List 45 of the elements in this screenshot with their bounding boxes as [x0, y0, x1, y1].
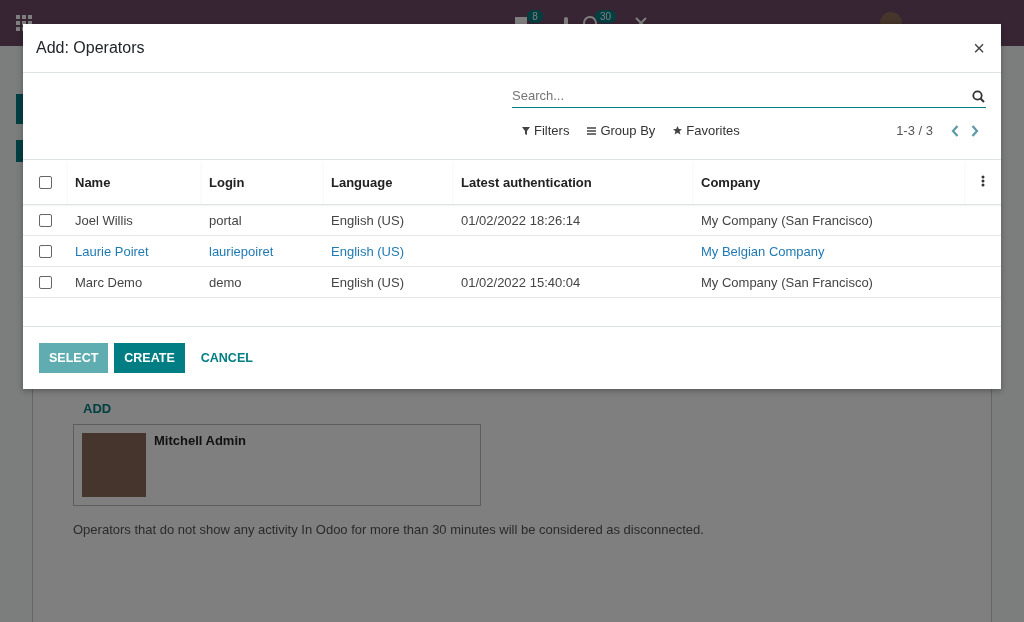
filter-menu-button[interactable]: Favorites	[663, 121, 748, 140]
row-checkbox[interactable]	[39, 213, 52, 227]
row-checkbox[interactable]	[39, 275, 52, 289]
filter-menu-button[interactable]: Group By	[577, 121, 664, 140]
table-cell: My Company (San Francisco)	[701, 212, 873, 228]
column-header[interactable]: Language	[331, 174, 393, 190]
table-cell: portal	[209, 212, 242, 228]
table-cell: Joel Willis	[75, 212, 133, 228]
row-checkbox[interactable]	[39, 244, 52, 258]
dialog-title: Add: Operators	[36, 39, 146, 57]
operator-name: Mitchell Admin	[154, 433, 246, 450]
table-cell: lauriepoiret	[209, 243, 274, 259]
search-field[interactable]: Search...	[512, 84, 986, 108]
search-icon[interactable]	[972, 89, 985, 103]
filter-menu-button[interactable]: Filters	[512, 121, 578, 140]
chevron-left-icon	[951, 124, 959, 137]
table-cell: English (US)	[331, 212, 404, 228]
table-cell: Marc Demo	[75, 274, 143, 290]
select-all-checkbox[interactable]	[39, 175, 52, 189]
activity-count-badge: 30	[594, 9, 616, 23]
dialog-button[interactable]: CREATE	[114, 343, 185, 373]
column-header[interactable]: Login	[209, 174, 245, 190]
help-text: Operators that do not show any activity In Odoo for more than 30 minutes will be considered as disconnected.	[73, 522, 705, 537]
table-cell: 01/02/2022 15:40:04	[461, 274, 581, 290]
column-header[interactable]: Company	[701, 174, 761, 190]
table-cell: English (US)	[331, 243, 404, 259]
photo-placeholder	[82, 433, 146, 497]
message-count-badge: 8	[527, 9, 543, 23]
table-cell: My Belgian Company	[701, 243, 825, 259]
star-icon	[673, 126, 683, 135]
pager-text: 1-3 / 3	[896, 123, 933, 138]
close-button[interactable]: ×	[969, 36, 989, 60]
table-cell: 01/02/2022 18:26:14	[461, 212, 581, 228]
list-icon	[587, 126, 597, 135]
chevron-right-icon	[971, 124, 979, 137]
column-header[interactable]: Name	[75, 174, 111, 190]
funnel-icon	[522, 126, 530, 135]
cancel-button[interactable]: CANCEL	[190, 343, 263, 373]
table-cell: English (US)	[331, 274, 404, 290]
column-options-icon[interactable]	[981, 174, 985, 187]
table-cell: My Company (San Francisco)	[701, 274, 873, 290]
table-cell: demo	[209, 274, 242, 290]
operator-card[interactable]: Mitchell Admin	[73, 424, 481, 506]
table-cell: Laurie Poiret	[75, 243, 149, 259]
column-header[interactable]: Latest authentication	[461, 174, 592, 190]
